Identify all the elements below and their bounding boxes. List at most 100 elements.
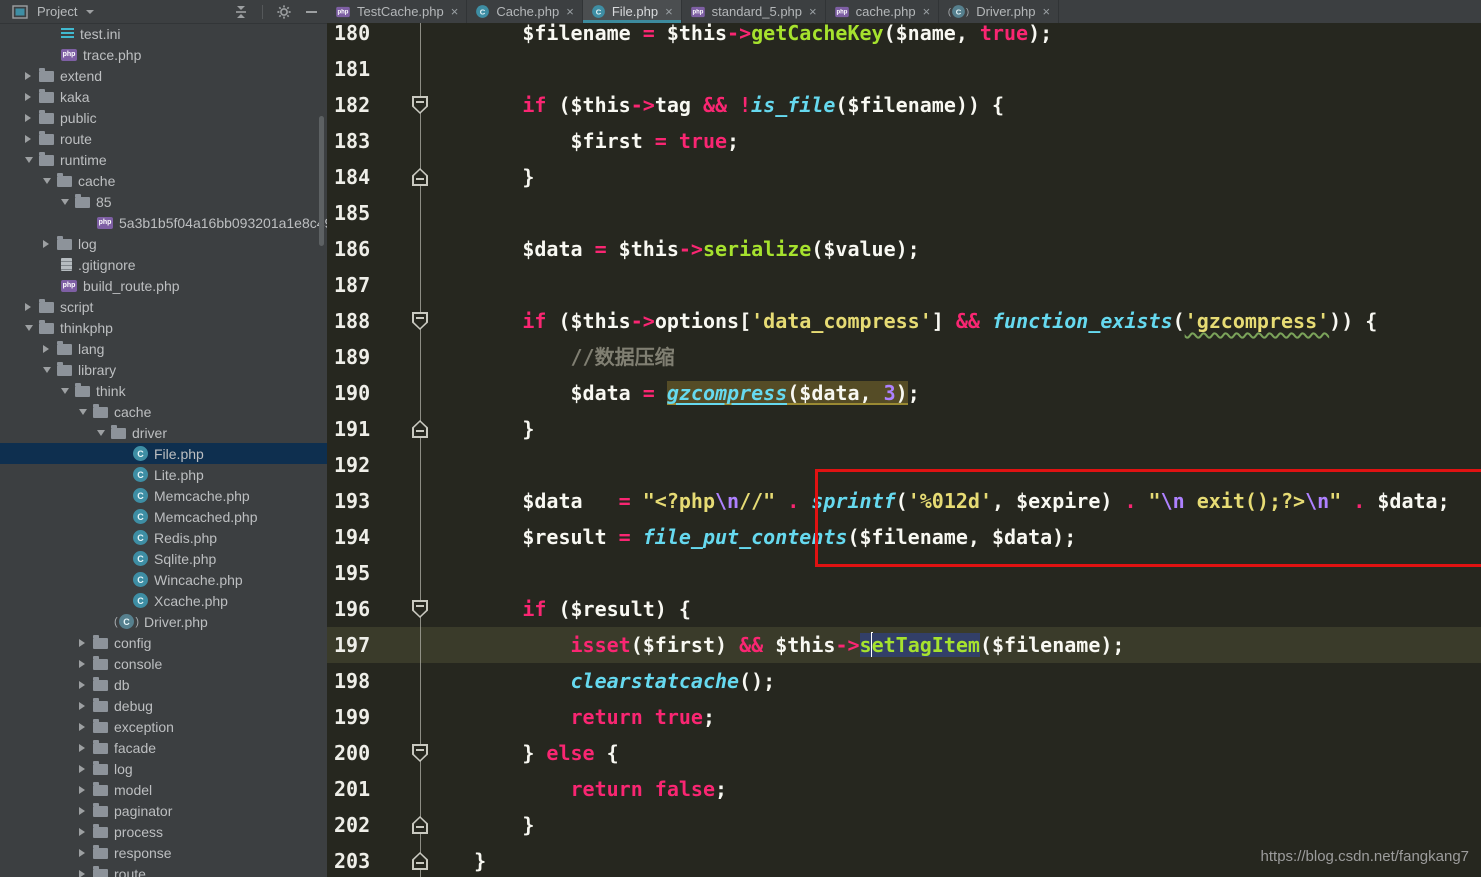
line-number[interactable]: 184 — [334, 159, 370, 195]
expand-arrow-icon[interactable] — [79, 723, 93, 731]
tree-item-exception[interactable]: exception — [0, 716, 327, 737]
line-number[interactable]: 200 — [334, 735, 370, 771]
fold-marker-down[interactable] — [412, 744, 428, 762]
tree-item-paginator[interactable]: paginator — [0, 800, 327, 821]
line-number[interactable]: 182 — [334, 87, 370, 123]
expand-arrow-icon[interactable] — [43, 345, 57, 353]
line-number[interactable]: 188 — [334, 303, 370, 339]
expand-arrow-icon[interactable] — [43, 367, 57, 373]
code-line-196[interactable]: 196 if ($result) { — [327, 591, 1481, 627]
code-line-201[interactable]: 201 return false; — [327, 771, 1481, 807]
tree-item-log[interactable]: log — [0, 233, 327, 254]
code-line-198[interactable]: 198 clearstatcache(); — [327, 663, 1481, 699]
tree-item-cache[interactable]: cache — [0, 401, 327, 422]
code-line-188[interactable]: 188 if ($this->options['data_compress'] … — [327, 303, 1481, 339]
close-icon[interactable]: × — [451, 4, 459, 19]
gear-icon[interactable] — [274, 2, 294, 22]
tree-item-log[interactable]: log — [0, 758, 327, 779]
code-line-183[interactable]: 183 $first = true; — [327, 123, 1481, 159]
fold-marker-down[interactable] — [412, 600, 428, 618]
line-number[interactable]: 203 — [334, 843, 370, 877]
expand-arrow-icon[interactable] — [61, 388, 75, 394]
fold-marker-down[interactable] — [412, 312, 428, 330]
tree-item-.gitignore[interactable]: .gitignore — [0, 254, 327, 275]
expand-arrow-icon[interactable] — [97, 430, 111, 436]
tree-item-config[interactable]: config — [0, 632, 327, 653]
tree-item-Driver.php[interactable]: CDriver.php — [0, 611, 327, 632]
tree-item-route[interactable]: route — [0, 863, 327, 877]
line-number[interactable]: 197 — [334, 627, 370, 663]
code-line-197[interactable]: 197 isset($first) && $this->setTagItem($… — [327, 627, 1481, 663]
code-line-184[interactable]: 184 } — [327, 159, 1481, 195]
code-line-182[interactable]: 182 if ($this->tag && !is_file($filename… — [327, 87, 1481, 123]
fold-marker-up[interactable] — [412, 852, 428, 870]
line-number[interactable]: 193 — [334, 483, 370, 519]
tree-item-db[interactable]: db — [0, 674, 327, 695]
tree-item-kaka[interactable]: kaka — [0, 86, 327, 107]
tree-item-85[interactable]: 85 — [0, 191, 327, 212]
line-number[interactable]: 192 — [334, 447, 370, 483]
line-number[interactable]: 191 — [334, 411, 370, 447]
tree-item-Redis.php[interactable]: CRedis.php — [0, 527, 327, 548]
tree-item-facade[interactable]: facade — [0, 737, 327, 758]
tree-item-trace.php[interactable]: phptrace.php — [0, 44, 327, 65]
expand-arrow-icon[interactable] — [25, 325, 39, 331]
tree-item-library[interactable]: library — [0, 359, 327, 380]
expand-arrow-icon[interactable] — [43, 178, 57, 184]
chevron-down-icon[interactable] — [86, 10, 94, 14]
project-panel-title[interactable]: Project — [37, 4, 77, 19]
line-number[interactable]: 196 — [334, 591, 370, 627]
line-number[interactable]: 199 — [334, 699, 370, 735]
line-number[interactable]: 187 — [334, 267, 370, 303]
tab-File.php[interactable]: CFile.php× — [583, 0, 682, 23]
tree-item-Xcache.php[interactable]: CXcache.php — [0, 590, 327, 611]
close-icon[interactable]: × — [665, 4, 673, 19]
tree-item-build_route.php[interactable]: phpbuild_route.php — [0, 275, 327, 296]
tree-item-script[interactable]: script — [0, 296, 327, 317]
expand-arrow-icon[interactable] — [79, 765, 93, 773]
tab-cache.php[interactable]: phpcache.php× — [826, 0, 940, 23]
tree-item-cache[interactable]: cache — [0, 170, 327, 191]
tree-item-Lite.php[interactable]: CLite.php — [0, 464, 327, 485]
tree-item-console[interactable]: console — [0, 653, 327, 674]
code-line-194[interactable]: 194 $result = file_put_contents($filenam… — [327, 519, 1481, 555]
expand-arrow-icon[interactable] — [79, 409, 93, 415]
fold-marker-down[interactable] — [412, 96, 428, 114]
expand-arrow-icon[interactable] — [25, 157, 39, 163]
expand-arrow-icon[interactable] — [79, 786, 93, 794]
expand-arrow-icon[interactable] — [25, 135, 39, 143]
code-line-186[interactable]: 186 $data = $this->serialize($value); — [327, 231, 1481, 267]
tree-item-thinkphp[interactable]: thinkphp — [0, 317, 327, 338]
code-line-190[interactable]: 190 $data = gzcompress($data, 3); — [327, 375, 1481, 411]
tree-item-Sqlite.php[interactable]: CSqlite.php — [0, 548, 327, 569]
close-icon[interactable]: × — [923, 4, 931, 19]
expand-arrow-icon[interactable] — [79, 639, 93, 647]
code-line-185[interactable]: 185 — [327, 195, 1481, 231]
line-number[interactable]: 190 — [334, 375, 370, 411]
expand-arrow-icon[interactable] — [79, 870, 93, 877]
code-line-193[interactable]: 193 $data = "<?php\n//" . sprintf('%012d… — [327, 483, 1481, 519]
tree-item-extend[interactable]: extend — [0, 65, 327, 86]
line-number[interactable]: 194 — [334, 519, 370, 555]
code-line-181[interactable]: 181 — [327, 51, 1481, 87]
expand-arrow-icon[interactable] — [79, 744, 93, 752]
tab-Driver.php[interactable]: CDriver.php× — [939, 0, 1059, 23]
tree-item-Memcache.php[interactable]: CMemcache.php — [0, 485, 327, 506]
close-icon[interactable]: × — [809, 4, 817, 19]
expand-arrow-icon[interactable] — [79, 849, 93, 857]
tree-item-lang[interactable]: lang — [0, 338, 327, 359]
tree-item-driver[interactable]: driver — [0, 422, 327, 443]
expand-arrow-icon[interactable] — [79, 660, 93, 668]
line-number[interactable]: 198 — [334, 663, 370, 699]
line-number[interactable]: 185 — [334, 195, 370, 231]
expand-arrow-icon[interactable] — [43, 240, 57, 248]
code-line-195[interactable]: 195 — [327, 555, 1481, 591]
tree-item-debug[interactable]: debug — [0, 695, 327, 716]
line-number[interactable]: 201 — [334, 771, 370, 807]
expand-arrow-icon[interactable] — [79, 828, 93, 836]
line-number[interactable]: 195 — [334, 555, 370, 591]
code-line-189[interactable]: 189 //数据压缩 — [327, 339, 1481, 375]
tab-TestCache.php[interactable]: phpTestCache.php× — [327, 0, 467, 23]
line-number[interactable]: 186 — [334, 231, 370, 267]
code-line-192[interactable]: 192 — [327, 447, 1481, 483]
